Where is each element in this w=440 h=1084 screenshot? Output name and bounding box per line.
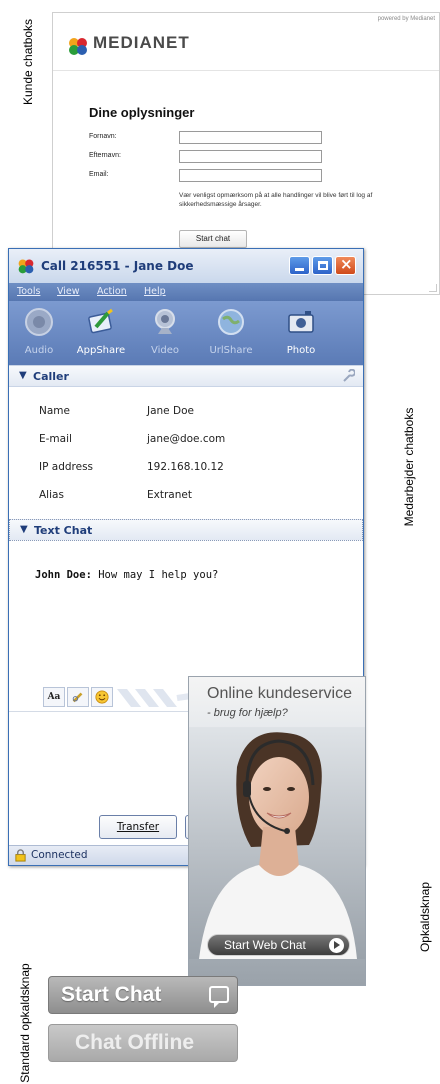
smiley-icon: [95, 690, 109, 704]
close-button[interactable]: ×: [335, 255, 356, 275]
medianet-logo-text: MEDIANET: [93, 33, 190, 52]
caller-alias-label: Alias: [39, 489, 64, 501]
caller-section-title: Caller: [33, 370, 69, 383]
caller-section-header[interactable]: ▼ Caller: [9, 365, 363, 387]
standard-start-chat-button[interactable]: Start Chat: [48, 976, 238, 1014]
menu-tools[interactable]: Tools: [17, 286, 40, 297]
log-notice: Vær venligst opmærksom på at alle handli…: [179, 192, 373, 208]
speaker-icon: [25, 308, 53, 336]
popup-title: Online kundeservice: [207, 685, 352, 702]
lastname-input[interactable]: [179, 150, 322, 163]
menu-bar: Tools View Action Help: [9, 283, 363, 301]
email-label: Email:: [89, 171, 109, 178]
email-input[interactable]: [179, 169, 322, 182]
start-web-chat-button[interactable]: Start Web Chat: [207, 934, 350, 956]
title-bar[interactable]: Call 216551 - Jane Doe ×: [9, 249, 363, 283]
popup-button-label: Opkaldsknap: [418, 881, 432, 953]
standard-start-chat-label: Start Chat: [61, 983, 162, 1006]
chat-message: John Doe: How may I help you?: [35, 569, 218, 581]
minimize-icon: [295, 268, 304, 271]
tool-audio[interactable]: Audio: [9, 305, 69, 363]
emoticon-button[interactable]: [91, 687, 113, 707]
transfer-button[interactable]: Transfer: [99, 815, 177, 839]
webcam-icon: [155, 309, 175, 334]
caller-ip-value: 192.168.10.12: [147, 461, 224, 473]
tool-appshare-label: AppShare: [76, 345, 126, 356]
app-icon: [18, 259, 34, 274]
start-chat-button[interactable]: Start chat: [179, 230, 247, 248]
form-header: MEDIANET powered by Medianet: [53, 13, 439, 71]
textchat-section-header[interactable]: ▼ Text Chat: [9, 519, 363, 541]
globe-icon: [218, 309, 244, 335]
wrench-icon[interactable]: [341, 369, 355, 383]
agent-chat-label: Medarbejder chatboks: [402, 407, 416, 527]
chat-bubble-icon: [209, 986, 229, 1008]
caller-email-value: jane@doe.com: [147, 433, 226, 445]
pencil-icon: [72, 692, 83, 703]
window-title: Call 216551 - Jane Doe: [41, 259, 194, 273]
transfer-button-label: Transfer: [116, 821, 160, 833]
popup-call-button[interactable]: Online kundeservice - brug for hjælp? St…: [188, 676, 366, 986]
font-button[interactable]: Aa: [43, 687, 65, 707]
lastname-label: Efternavn:: [89, 152, 121, 159]
tool-urlshare-label: UrlShare: [209, 345, 253, 356]
standard-chat-offline-button: Chat Offline: [48, 1024, 238, 1062]
tool-audio-label: Audio: [24, 345, 54, 356]
chevron-down-icon: ▼: [19, 370, 27, 381]
insert-image-button[interactable]: [67, 687, 89, 707]
appshare-icon: [88, 308, 113, 334]
firstname-label: Fornavn:: [89, 133, 117, 140]
standard-button-label: Standard opkaldsknap: [18, 963, 32, 1083]
caller-alias-value: Extranet: [147, 489, 192, 501]
maximize-button[interactable]: [312, 256, 333, 275]
firstname-input[interactable]: [179, 131, 322, 144]
menu-view[interactable]: View: [57, 286, 80, 297]
chat-text: How may I help you?: [98, 569, 219, 581]
toolbar: Audio AppShare Video UrlShare Photo: [9, 301, 363, 365]
maximize-icon: [318, 261, 328, 270]
support-agent-photo: [189, 727, 365, 959]
menu-help[interactable]: Help: [144, 286, 166, 297]
caller-name-value: Jane Doe: [147, 405, 194, 417]
tool-video-label: Video: [150, 345, 180, 356]
chat-author: John Doe:: [35, 569, 92, 581]
powered-by: powered by Medianet: [377, 16, 435, 22]
customer-chat-label: Kunde chatboks: [21, 18, 35, 105]
standard-chat-offline-label: Chat Offline: [75, 1031, 194, 1054]
lock-icon: [15, 849, 26, 862]
chevron-down-icon: ▼: [20, 524, 28, 535]
minimize-button[interactable]: [289, 256, 310, 275]
camera-icon: [288, 311, 314, 333]
popup-subtitle: - brug for hjælp?: [207, 707, 288, 719]
tool-appshare[interactable]: AppShare: [71, 305, 131, 363]
caller-ip-label: IP address: [39, 461, 94, 473]
menu-action[interactable]: Action: [97, 286, 127, 297]
tool-urlshare[interactable]: UrlShare: [201, 305, 261, 363]
form-heading: Dine oplysninger: [89, 105, 195, 120]
tool-video[interactable]: Video: [135, 305, 195, 363]
close-icon: ×: [340, 255, 353, 273]
tool-photo[interactable]: Photo: [271, 305, 331, 363]
textchat-section-title: Text Chat: [34, 524, 93, 537]
tool-photo-label: Photo: [286, 345, 316, 356]
caller-name-label: Name: [39, 405, 70, 417]
medianet-logo-icon: [69, 38, 87, 55]
play-icon: [329, 938, 344, 953]
start-web-chat-label: Start Web Chat: [224, 938, 306, 952]
resize-grip[interactable]: [429, 284, 437, 292]
connection-status: Connected: [31, 849, 88, 861]
caller-email-label: E-mail: [39, 433, 72, 445]
